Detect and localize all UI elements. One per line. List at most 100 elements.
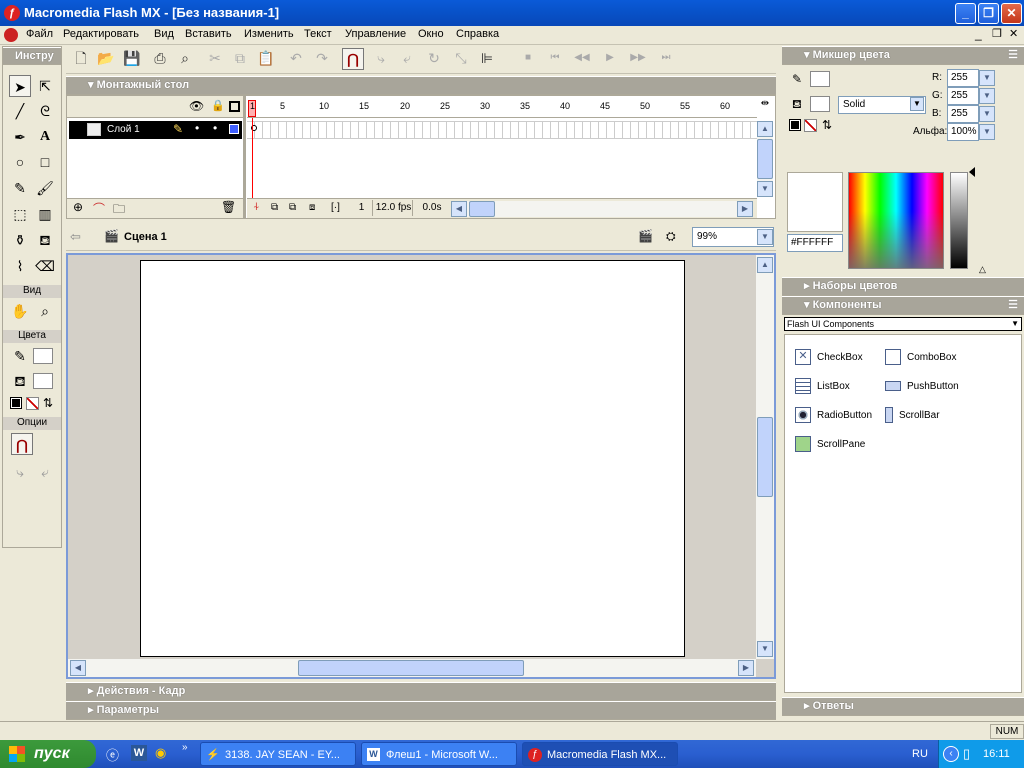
layer-lock-dot[interactable]: • [213, 121, 217, 135]
spectrum-collapse-icon[interactable]: △ [979, 264, 986, 275]
maximize-button[interactable]: ❐ [978, 3, 999, 24]
text-tool-icon[interactable]: A [34, 126, 56, 148]
fill-color-swatch[interactable] [33, 373, 53, 389]
stroke-color-swatch[interactable] [33, 348, 53, 364]
g-dropdown-icon[interactable]: ▼ [979, 88, 995, 104]
print-icon[interactable]: ⎙ [149, 48, 171, 70]
straighten-toolbar-icon[interactable]: ⤶ [396, 48, 418, 70]
lock-icon[interactable]: 🔒 [211, 99, 225, 112]
timeline-divider[interactable] [243, 96, 246, 218]
r-dropdown-icon[interactable]: ▼ [979, 70, 995, 86]
layer-row[interactable]: Слой 1 ✎ • • [69, 121, 242, 139]
stage-hscroll-thumb[interactable] [298, 660, 524, 676]
onion-skin-icon[interactable]: ⧉ [271, 202, 278, 213]
start-button[interactable]: пуск [0, 740, 96, 768]
alpha-dropdown-icon[interactable]: ▼ [979, 124, 995, 140]
timeline-hscroll-thumb[interactable] [469, 201, 495, 217]
fill-style-dropdown-icon[interactable]: ▼ [910, 97, 924, 111]
zoom-tool-icon[interactable]: ⌕ [34, 300, 56, 322]
hand-tool-icon[interactable]: ✋ [9, 300, 31, 322]
menu-text[interactable]: Текст [304, 28, 332, 40]
word-quicklaunch-icon[interactable]: W [131, 745, 147, 761]
brightness-marker-icon[interactable] [969, 167, 975, 177]
menu-modify[interactable]: Изменить [244, 28, 294, 40]
scroll-left-icon[interactable]: ◀ [451, 201, 467, 217]
panel-menu-icon[interactable]: ☰ [1008, 47, 1018, 64]
menu-window[interactable]: Окно [418, 28, 444, 40]
doc-minimize-button[interactable]: _ [975, 27, 982, 41]
lasso-tool-icon[interactable]: ᘓ [34, 100, 56, 122]
tools-header[interactable]: Инстру [3, 47, 61, 65]
print-preview-icon[interactable]: ⌕ [174, 48, 196, 70]
redo-icon[interactable]: ↷ [311, 48, 333, 70]
answers-header[interactable]: ▸ Ответы [782, 697, 1024, 716]
stop-icon[interactable]: ■ [517, 48, 539, 70]
smooth-toolbar-icon[interactable]: ⤷ [370, 48, 392, 70]
b-dropdown-icon[interactable]: ▼ [979, 106, 995, 122]
default-colors-icon[interactable] [10, 397, 22, 409]
free-transform-tool-icon[interactable]: ⬚ [9, 203, 31, 225]
snap-to-objects-icon[interactable]: ⋂ [342, 48, 364, 70]
mixer-no-color-icon[interactable] [804, 119, 817, 132]
component-set-select[interactable]: Flash UI Components ▼ [784, 317, 1022, 331]
component-radiobutton[interactable]: RadioButton [795, 405, 872, 427]
modify-onion-markers-icon[interactable]: [·] [331, 202, 340, 213]
component-combobox[interactable]: ComboBox [885, 347, 956, 369]
task-word[interactable]: W Флеш1 - Microsoft W... [361, 742, 517, 766]
paste-icon[interactable]: 📋 [255, 48, 277, 70]
stage-hscroll[interactable]: ◀ ▶ [68, 659, 756, 677]
zoom-dropdown-icon[interactable]: ▼ [757, 229, 773, 245]
color-mixer-header[interactable]: ▾ Микшер цвета ☰ [782, 46, 1024, 65]
document-icon[interactable] [4, 28, 18, 42]
stage-scroll-up-icon[interactable]: ▲ [757, 257, 773, 273]
component-checkbox[interactable]: ✕ CheckBox [795, 347, 863, 369]
component-set-dropdown-icon[interactable]: ▼ [1011, 318, 1019, 330]
timeline-vscroll[interactable]: ▲ ▼ [757, 121, 773, 197]
component-pushbutton[interactable]: PushButton [885, 376, 959, 398]
smooth-icon[interactable]: ⤷ [9, 461, 31, 483]
layer-name[interactable]: Слой 1 [107, 124, 140, 135]
clock[interactable]: 16:11 [983, 740, 1010, 768]
undo-icon[interactable]: ↶ [285, 48, 307, 70]
eyedropper-tool-icon[interactable]: ⌇ [9, 255, 31, 277]
snap-magnet-icon[interactable]: ⋂ [11, 433, 33, 455]
tray-device-icon[interactable]: ▯ [963, 740, 970, 768]
zoom-select[interactable]: 99% ▼ [692, 227, 774, 247]
edit-scene-icon[interactable]: 🎬 [638, 229, 653, 243]
component-listbox[interactable]: ListBox [795, 376, 850, 398]
mixer-default-colors-icon[interactable] [789, 119, 801, 131]
menu-insert[interactable]: Вставить [185, 28, 232, 40]
task-winamp[interactable]: ⚡ 3138. JAY SEAN - EY... [200, 742, 356, 766]
mixer-stroke-swatch[interactable] [810, 71, 830, 87]
go-to-first-frame-icon[interactable]: ⏮ [544, 48, 566, 70]
new-file-icon[interactable]: 🗋 [70, 48, 92, 70]
insert-layer-icon[interactable]: ⊕ [73, 200, 83, 214]
color-spectrum[interactable] [848, 172, 944, 269]
menu-file[interactable]: Файл [26, 28, 53, 40]
g-input[interactable]: 255 [947, 87, 979, 105]
mixer-swap-colors-icon[interactable]: ⇅ [822, 118, 832, 132]
doc-restore-button[interactable]: ❐ [992, 27, 1002, 40]
hex-input[interactable]: #FFFFFF [787, 234, 843, 252]
stage-scroll-left-icon[interactable]: ◀ [70, 660, 86, 676]
component-scrollpane[interactable]: ScrollPane [795, 434, 865, 456]
open-file-icon[interactable]: 📂 [95, 48, 117, 70]
frame-grid[interactable] [247, 121, 757, 139]
add-guide-layer-icon[interactable]: ⌒ [93, 200, 105, 217]
outline-icon[interactable] [229, 101, 240, 112]
arrow-tool-icon[interactable]: ➤ [9, 75, 31, 97]
brush-tool-icon[interactable]: 🖌 [34, 177, 56, 199]
swatches-header[interactable]: ▸ Наборы цветов [782, 277, 1024, 296]
tray-expand-icon[interactable]: ‹ [943, 746, 959, 762]
rectangle-tool-icon[interactable]: □ [34, 151, 56, 173]
doc-close-button[interactable]: ✕ [1009, 27, 1018, 40]
r-input[interactable]: 255 [947, 69, 979, 87]
components-header[interactable]: ▾ Компоненты ☰ [782, 296, 1024, 315]
ie-quicklaunch-icon[interactable]: ⓔ [106, 745, 119, 764]
rotate-icon[interactable]: ↻ [423, 48, 445, 70]
close-button[interactable]: ✕ [1001, 3, 1022, 24]
delete-layer-icon[interactable]: 🗑 [221, 200, 236, 214]
stage-vscroll-thumb[interactable] [757, 417, 773, 497]
actions-panel-header[interactable]: ▸ Действия - Кадр [66, 682, 776, 701]
timeline-vscroll-thumb[interactable] [757, 139, 773, 179]
